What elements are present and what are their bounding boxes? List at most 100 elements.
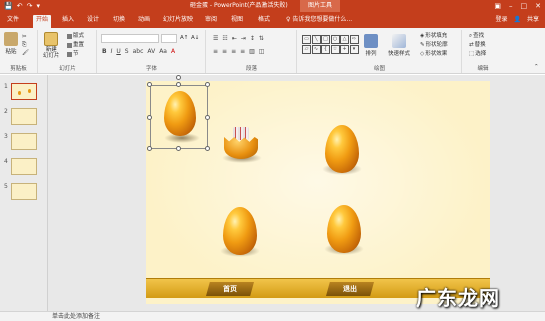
tell-me-search[interactable]: ♀ 告诉我您想要做什么... [286,15,352,25]
italic-icon[interactable]: I [111,48,113,55]
numbering-icon[interactable]: ☷ [222,35,227,42]
shape-arrow-icon[interactable]: ⇨ [349,35,359,44]
section-button[interactable]: 节 [67,51,79,58]
resize-handle[interactable] [205,146,210,151]
grow-font-icon[interactable]: A↑ [180,35,188,42]
shape-rect-icon[interactable]: □ [321,35,330,44]
slide-thumbnail[interactable] [11,158,37,175]
resize-handle[interactable] [147,146,152,151]
arrange-button[interactable]: 排列 [364,34,378,57]
maximize-icon[interactable]: □ [521,1,528,11]
redo-icon[interactable]: ↷ [27,1,33,11]
tab-file[interactable]: 文件 [4,15,22,25]
paste-button[interactable]: 粘贴 [4,32,18,55]
cracked-egg[interactable] [222,127,262,163]
decrease-indent-icon[interactable]: ⇤ [232,35,237,42]
undo-icon[interactable]: ↶ [17,1,23,11]
tab-view[interactable]: 视图 [228,15,246,25]
smartart-icon[interactable]: ◫ [259,48,265,55]
resize-handle[interactable] [176,146,181,151]
copy-icon[interactable]: ⎘ [22,42,26,49]
align-right-icon[interactable]: ≡ [231,48,236,55]
shapes-gallery[interactable]: ▭ ╲ □ ○ △ ⇨ ▱ ∿ { ☆ + ▾ [302,35,360,63]
align-center-icon[interactable]: ≡ [222,48,227,55]
text-direction-icon[interactable]: ⇅ [259,35,264,42]
slide-thumbnail[interactable] [11,83,37,100]
cut-icon[interactable]: ✂ [22,34,27,41]
shape-rect2-icon[interactable]: ▱ [302,44,311,54]
collapse-ribbon-icon[interactable]: ⌃ [534,64,539,71]
close-icon[interactable]: ✕ [535,1,541,11]
tab-insert[interactable]: 插入 [59,15,77,25]
replace-button[interactable]: ⇄ 替换 [469,42,486,49]
home-button[interactable]: 首页 [206,282,254,296]
share-button[interactable]: 共享 [527,15,539,25]
font-name-input[interactable] [101,34,159,43]
resize-handle[interactable] [205,115,210,120]
strikethrough-icon[interactable]: abc [133,48,144,55]
tab-review[interactable]: 审阅 [202,15,220,25]
increase-indent-icon[interactable]: ⇥ [241,35,246,42]
slide-thumbnail[interactable] [11,183,37,200]
current-slide[interactable]: 首页 退出 [146,75,490,304]
tab-home[interactable]: 开始 [33,15,52,28]
notes-pane[interactable]: 单击此处添加备注 [0,311,545,321]
change-case-icon[interactable]: Aa [159,48,167,55]
shrink-font-icon[interactable]: A↓ [191,35,199,42]
layout-button[interactable]: 版式 [67,33,84,40]
user-icon[interactable]: 👤 [514,15,521,25]
prize-image [233,127,249,140]
shape-oval-icon[interactable]: ○ [330,35,340,44]
tab-transitions[interactable]: 切换 [110,15,128,25]
resize-handle[interactable] [176,82,181,87]
shape-effects-button[interactable]: ◇ 形状效果 [420,51,447,58]
shape-plus-icon[interactable]: + [340,44,349,54]
exit-button[interactable]: 退出 [326,282,374,296]
shape-more-icon[interactable]: ▾ [349,44,359,54]
customize-qat-icon[interactable]: ▾ [36,1,40,11]
shape-fill-button[interactable]: ◈ 形状填充 [420,33,447,40]
golden-egg[interactable] [322,201,366,259]
golden-egg[interactable] [320,121,364,179]
shape-triangle-icon[interactable]: △ [340,35,349,44]
spacing-icon[interactable]: AV [147,48,155,55]
resize-handle[interactable] [147,82,152,87]
line-spacing-icon[interactable]: ↕ [250,35,255,42]
tab-animations[interactable]: 动画 [135,15,153,25]
quick-styles-button[interactable]: 快速样式 [388,34,410,57]
replace-icon: ⇄ [469,42,474,48]
signin-link[interactable]: 登录 [495,15,507,25]
shape-brace-icon[interactable]: { [321,44,330,54]
shape-curve-icon[interactable]: ∿ [311,44,321,54]
tab-slideshow[interactable]: 幻灯片放映 [160,15,196,25]
bold-icon[interactable]: B [102,48,107,55]
shape-star-icon[interactable]: ☆ [330,44,340,54]
bullets-icon[interactable]: ☰ [213,35,218,42]
shape-outline-button[interactable]: ✎ 形状轮廓 [420,42,448,49]
reset-button[interactable]: 重置 [67,42,84,49]
golden-egg[interactable] [218,203,262,261]
font-color-icon[interactable]: A [171,48,175,55]
shadow-icon[interactable]: S [125,48,129,55]
tab-design[interactable]: 设计 [84,15,102,25]
align-left-icon[interactable]: ≡ [213,48,218,55]
new-slide-button[interactable]: 新建 幻灯片 [43,32,60,59]
slide-thumbnail[interactable] [11,133,37,150]
format-painter-icon[interactable]: 🖌 [22,50,29,57]
minimize-icon[interactable]: – [509,1,513,11]
underline-icon[interactable]: U [116,48,120,55]
resize-handle[interactable] [205,82,210,87]
resize-handle[interactable] [147,115,152,120]
slide-thumbnail[interactable] [11,108,37,125]
tab-format[interactable]: 格式 [255,15,273,25]
shape-line-icon[interactable]: ╲ [311,35,321,44]
columns-icon[interactable]: ▥ [249,48,255,55]
save-icon[interactable]: 💾 [4,1,13,11]
font-size-input[interactable] [161,34,177,43]
rotate-handle[interactable] [176,75,181,80]
ribbon-display-icon[interactable]: ▣ [494,1,501,11]
shape-textbox-icon[interactable]: ▭ [302,35,311,44]
justify-icon[interactable]: ≡ [240,48,245,55]
select-button[interactable]: ⬚ 选择 [469,51,486,58]
find-button[interactable]: ⌕ 查找 [469,33,484,40]
